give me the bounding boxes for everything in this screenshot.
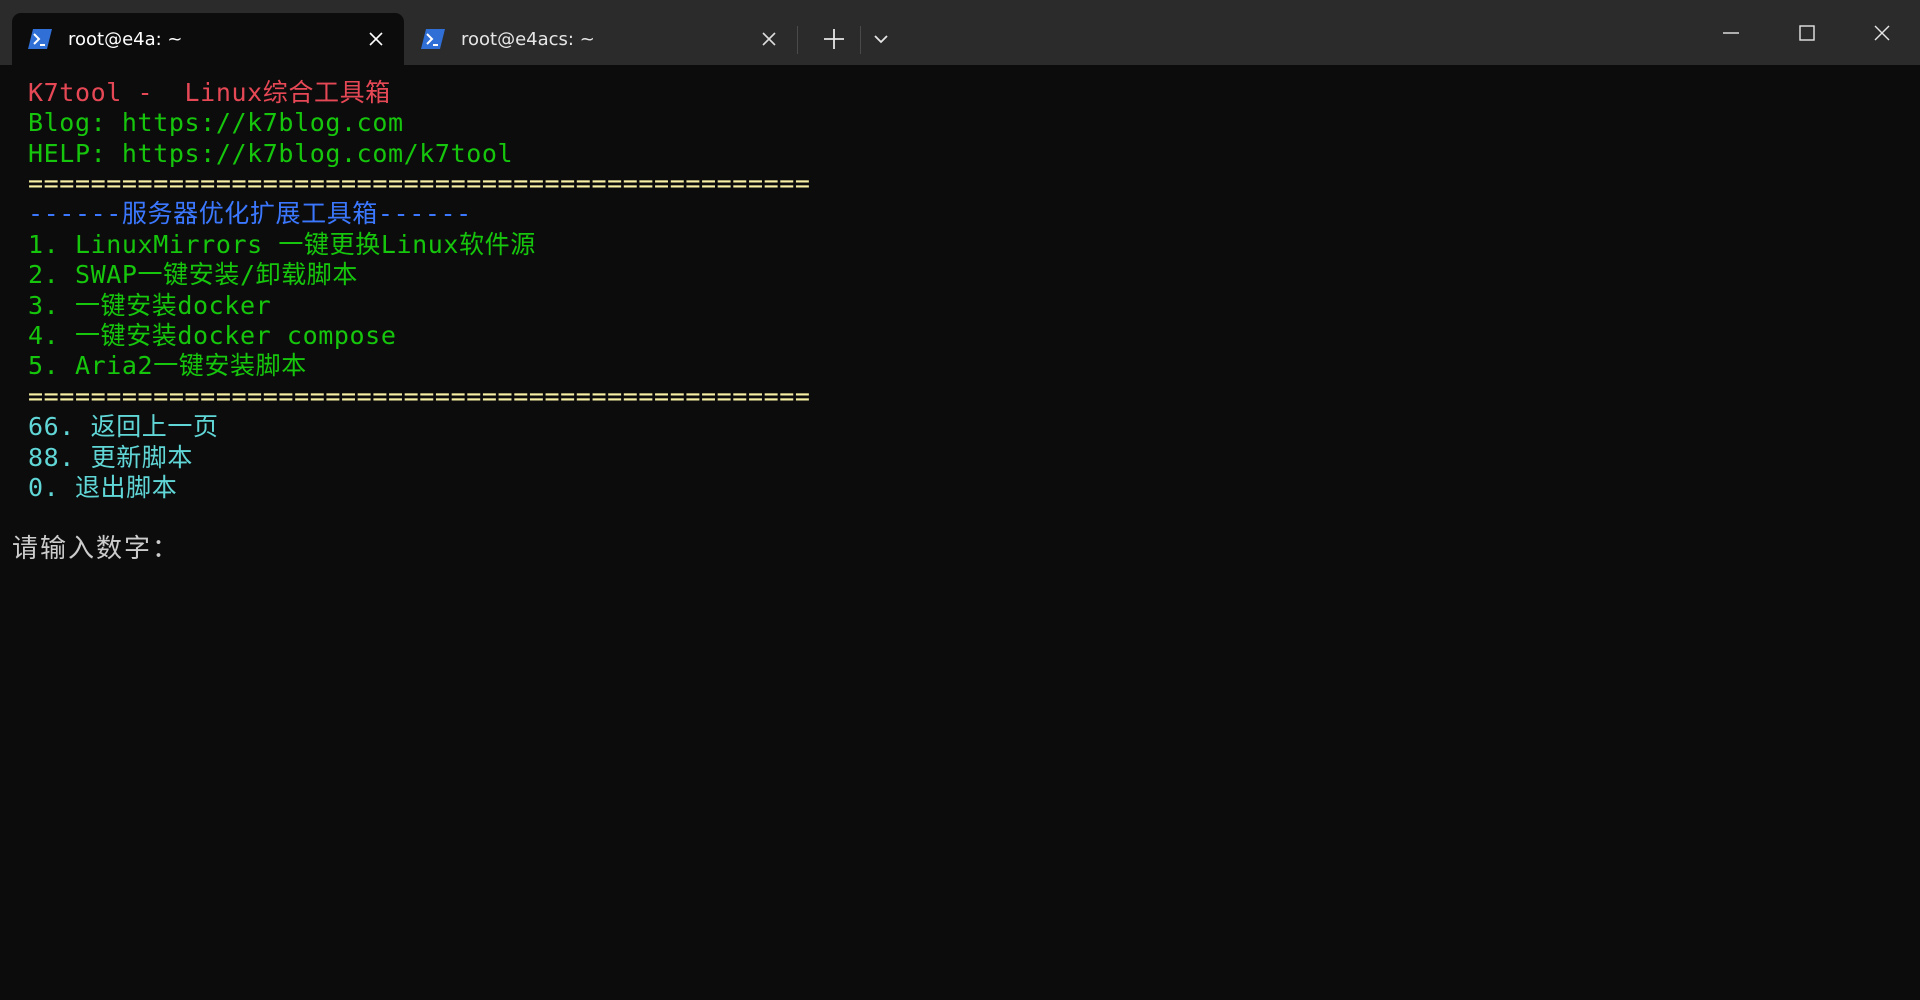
prompt-text: 请输入数字： — [12, 534, 181, 564]
minimize-icon — [1723, 31, 1739, 34]
terminal-output[interactable]: K7tool - Linux综合工具箱 Blog: https://k7blog… — [0, 65, 1920, 1000]
close-icon — [369, 32, 383, 46]
control-item: 88. 更新脚本 — [28, 443, 194, 472]
menu-item: 3. 一键安装docker — [28, 291, 272, 320]
menu-item: 1. LinuxMirrors 一键更换Linux软件源 — [28, 230, 536, 259]
powershell-icon — [28, 29, 52, 49]
input-prompt[interactable]: 请输入数字： — [12, 534, 182, 564]
blog-line: Blog: https://k7blog.com — [28, 108, 404, 137]
separator-top: ========================================… — [28, 169, 811, 198]
tab-close-button[interactable] — [356, 19, 396, 59]
plus-icon — [824, 29, 844, 49]
minimize-button[interactable] — [1693, 0, 1769, 65]
close-icon — [1874, 25, 1890, 40]
menu-item: 5. Aria2一键安装脚本 — [28, 351, 307, 380]
help-line: HELP: https://k7blog.com/k7tool — [28, 139, 514, 168]
maximize-icon — [1799, 24, 1815, 41]
tab-separator — [797, 26, 798, 54]
input-cursor[interactable] — [180, 537, 182, 563]
section-title: ------服务器优化扩展工具箱------ — [28, 199, 472, 228]
control-item: 66. 返回上一页 — [28, 412, 219, 441]
separator-bottom: ========================================… — [28, 382, 811, 411]
window-close-button[interactable] — [1844, 0, 1920, 65]
tab-root-e4a[interactable]: root@e4a: ~ — [12, 13, 404, 65]
tab-root-e4acs[interactable]: root@e4acs: ~ — [405, 13, 797, 65]
tab-dropdown-button[interactable] — [860, 19, 902, 59]
control-item: 0. 退出脚本 — [28, 473, 178, 502]
maximize-button[interactable] — [1769, 0, 1845, 65]
terminal-window: root@e4a: ~ root@e4acs: ~ K7tool - Linux… — [0, 0, 1920, 1000]
tab-title: root@e4acs: ~ — [461, 28, 595, 50]
header-title: K7tool - Linux综合工具箱 — [28, 78, 391, 107]
menu-item: 4. 一键安装docker compose — [28, 321, 397, 350]
powershell-icon — [421, 29, 445, 49]
menu-item: 2. SWAP一键安装/卸载脚本 — [28, 260, 359, 289]
tab-close-button[interactable] — [749, 19, 789, 59]
new-tab-button[interactable] — [812, 19, 856, 59]
close-icon — [762, 32, 776, 46]
chevron-down-icon — [874, 35, 888, 44]
title-bar: root@e4a: ~ root@e4acs: ~ — [0, 0, 1920, 65]
tab-title: root@e4a: ~ — [68, 28, 183, 50]
